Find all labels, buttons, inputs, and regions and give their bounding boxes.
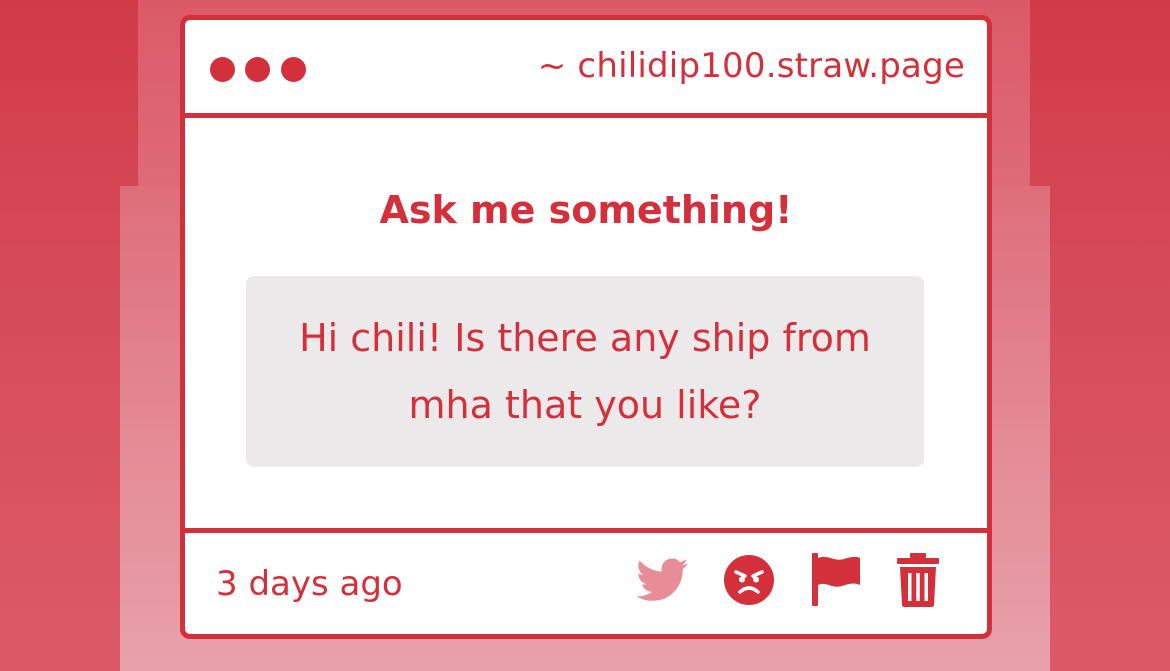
page-url[interactable]: ~ chilidip100.straw.page — [538, 46, 965, 86]
page-title: Ask me something! — [379, 188, 793, 232]
window-dot-1 — [210, 57, 235, 82]
timestamp: 3 days ago — [216, 564, 403, 604]
flag-icon[interactable] — [810, 553, 862, 607]
twitter-icon[interactable] — [637, 558, 689, 602]
angry-face-icon[interactable] — [723, 554, 775, 606]
window-dot-3 — [281, 57, 306, 82]
window-titlebar: ~ chilidip100.straw.page — [185, 20, 987, 118]
trash-icon[interactable] — [896, 553, 940, 607]
question-card: ~ chilidip100.straw.page Ask me somethin… — [180, 15, 992, 639]
window-dot-2 — [245, 57, 270, 82]
question-text: Hi chili! Is there any ship from mha tha… — [299, 315, 871, 427]
question-box: Hi chili! Is there any ship from mha tha… — [246, 276, 924, 467]
card-footer: 3 days ago — [185, 528, 987, 634]
